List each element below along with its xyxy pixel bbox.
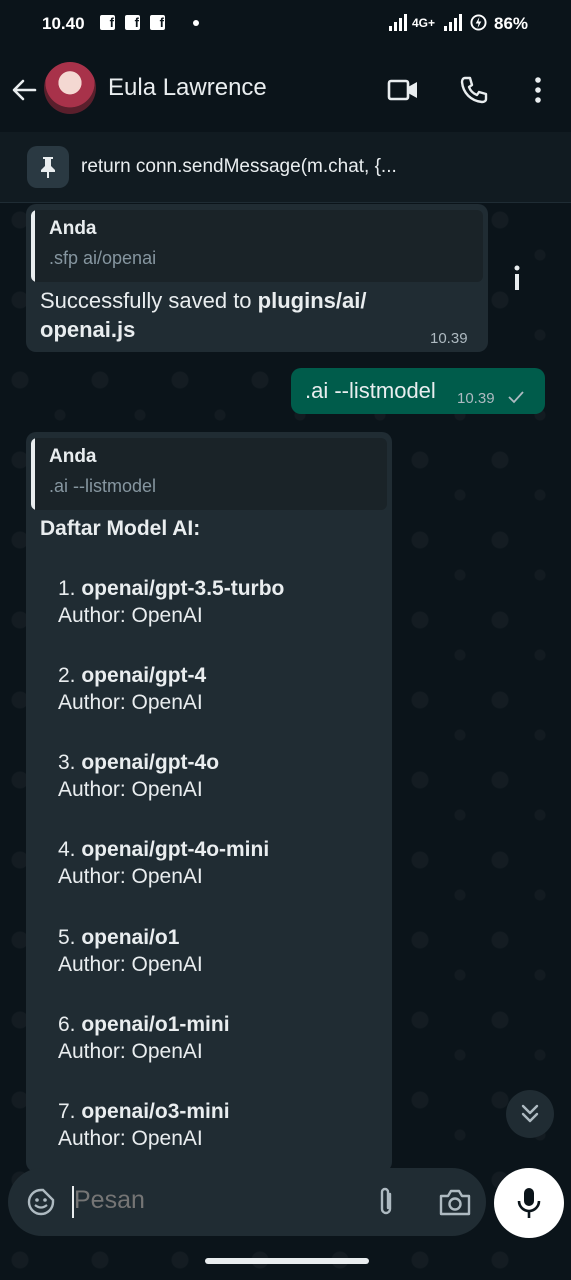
status-time: 10.40	[42, 14, 85, 33]
message-text-bold: openai.js	[40, 317, 136, 342]
model-number: 3.	[58, 751, 76, 774]
message-time: 10.39	[457, 390, 495, 407]
model-number: 4.	[58, 838, 76, 861]
voice-message-button[interactable]	[494, 1168, 564, 1238]
pinned-message-bar[interactable]: return conn.sendMessage(m.chat, {...	[0, 132, 571, 203]
quoted-message[interactable]: Anda .sfp ai/openai	[31, 210, 483, 282]
model-name: 5. openai/o1	[58, 923, 179, 952]
notification-dot-icon	[193, 20, 199, 26]
quote-text: .ai --listmodel	[49, 476, 157, 496]
model-name: 1. openai/gpt-3.5-turbo	[58, 574, 284, 603]
model-number: 2.	[58, 664, 76, 687]
model-id: openai/o1	[81, 926, 180, 949]
message-text: .ai --listmodel	[305, 378, 436, 403]
model-author: Author: OpenAI	[58, 1040, 203, 1063]
battery-saver-icon	[470, 14, 487, 31]
sent-check-icon	[508, 391, 524, 404]
model-id: openai/o3-mini	[81, 1100, 230, 1123]
double-chevron-down-icon	[521, 1104, 539, 1123]
network-type: 4G+	[412, 16, 436, 30]
model-id: openai/gpt-4	[81, 664, 207, 687]
model-name: 4. openai/gpt-4o-mini	[58, 835, 269, 864]
pinned-message-text: return conn.sendMessage(m.chat, {...	[81, 156, 397, 177]
message-input[interactable]	[74, 1186, 334, 1215]
attach-paperclip-icon[interactable]	[373, 1186, 399, 1218]
model-number: 7.	[58, 1100, 76, 1123]
voice-call-icon[interactable]	[459, 75, 489, 105]
quoted-message[interactable]: Anda .ai --listmodel	[31, 438, 387, 510]
model-id: openai/o1-mini	[81, 1013, 230, 1036]
model-author: Author: OpenAI	[58, 691, 203, 714]
more-options-icon[interactable]	[530, 76, 546, 104]
list-heading: Daftar Model AI:	[40, 517, 201, 540]
quote-bar	[31, 210, 35, 282]
facebook-notification-icon: f	[100, 15, 115, 30]
quote-author: Anda	[49, 446, 97, 467]
message-composer	[8, 1168, 486, 1236]
model-number: 5.	[58, 926, 76, 949]
microphone-icon	[517, 1188, 541, 1218]
sticker-emoji-icon[interactable]	[26, 1187, 56, 1217]
model-id: openai/gpt-3.5-turbo	[81, 577, 285, 600]
model-name: 2. openai/gpt-4	[58, 661, 206, 690]
signal-icon	[389, 14, 407, 31]
message-text-bold: plugins/ai/	[257, 288, 367, 313]
contact-name[interactable]: Eula Lawrence	[108, 74, 267, 102]
facebook-notification-icon: f	[125, 15, 140, 30]
model-author: Author: OpenAI	[58, 778, 203, 801]
chat-header: Eula Lawrence	[0, 48, 571, 132]
message-text-plain: Successfully saved to	[40, 288, 258, 313]
home-indicator[interactable]	[205, 1258, 369, 1264]
incoming-message[interactable]: Anda .sfp ai/openai Successfully saved t…	[26, 204, 488, 352]
scroll-to-bottom-button[interactable]	[506, 1090, 554, 1138]
battery-percent: 86%	[494, 14, 529, 33]
pin-icon	[27, 146, 69, 188]
camera-icon[interactable]	[438, 1187, 472, 1217]
model-id: openai/gpt-4o-mini	[81, 838, 270, 861]
model-number: 1.	[58, 577, 76, 600]
signal-icon-2	[444, 14, 462, 31]
video-call-icon[interactable]	[386, 76, 420, 104]
model-author: Author: OpenAI	[58, 604, 203, 627]
outgoing-message[interactable]: .ai --listmodel 10.39	[291, 368, 545, 414]
model-name: 6. openai/o1-mini	[58, 1010, 230, 1039]
quote-text: .sfp ai/openai	[49, 248, 157, 268]
quote-bar	[31, 438, 35, 510]
avatar[interactable]	[44, 62, 96, 114]
message-options-icon[interactable]	[512, 264, 522, 292]
status-bar: 10.40 f f f 4G+ 86%	[0, 0, 571, 48]
model-name: 3. openai/gpt-4o	[58, 748, 219, 777]
incoming-message[interactable]: Anda .ai --listmodel Daftar Model AI: 1.…	[26, 432, 392, 1172]
model-name: 7. openai/o3-mini	[58, 1097, 230, 1126]
facebook-notification-icon: f	[150, 15, 165, 30]
back-arrow-icon[interactable]	[10, 76, 38, 104]
quote-author: Anda	[49, 218, 97, 239]
message-text: Successfully saved to plugins/ai/ openai…	[40, 286, 440, 344]
model-id: openai/gpt-4o	[81, 751, 220, 774]
message-time: 10.39	[430, 330, 468, 347]
model-author: Author: OpenAI	[58, 865, 203, 888]
model-author: Author: OpenAI	[58, 953, 203, 976]
model-number: 6.	[58, 1013, 76, 1036]
model-author: Author: OpenAI	[58, 1127, 203, 1150]
